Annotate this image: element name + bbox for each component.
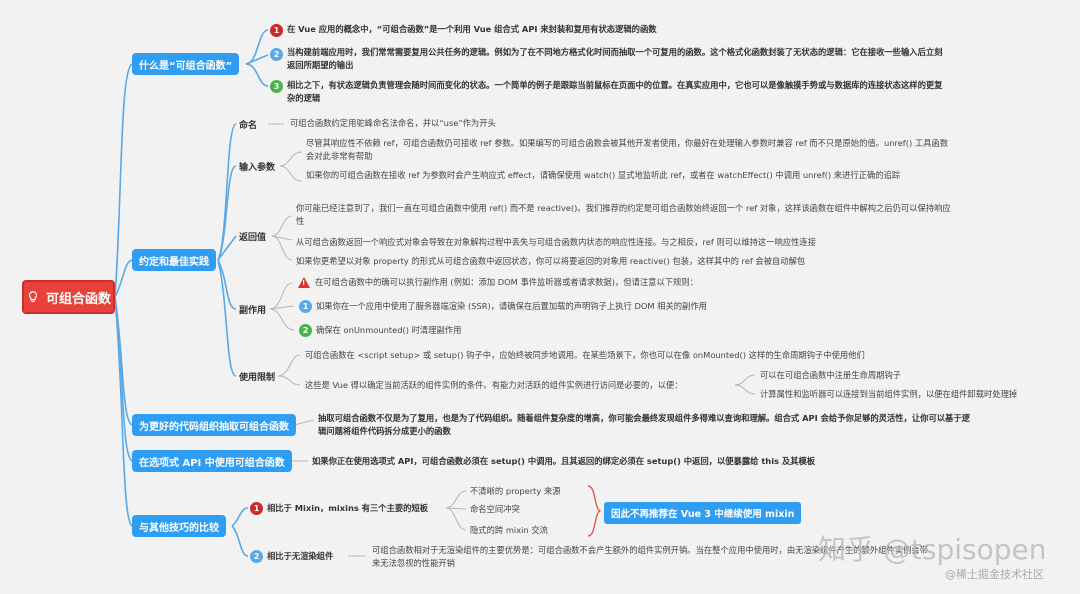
limits-sub-1: 可以在可组合函数中注册生命周期钩子: [760, 370, 902, 380]
what-item-3: 相比之下，有状态逻辑负责管理会随时间而变化的状态。一个简单的例子是跟踪当前鼠标在…: [287, 80, 943, 103]
branch-extract[interactable]: 为更好的代码组织抽取可组合函数: [132, 414, 296, 436]
number-badge-se-2: 2: [299, 324, 312, 337]
usage-limits-label: 使用限制: [239, 373, 276, 383]
extract-text: 抽取可组合函数不仅是为了复用，也是为了代码组织。随着组件复杂度的增高，你可能会最…: [318, 413, 970, 436]
what-item-1: 在 Vue 应用的概念中，“可组合函数”是一个利用 Vue 组合式 API 来封…: [287, 24, 657, 34]
branch-conventions[interactable]: 约定和最佳实践: [132, 249, 216, 271]
mixin-item-2: 命名空间冲突: [470, 504, 520, 514]
branch-what[interactable]: 什么是“可组合函数”: [132, 53, 240, 75]
input-item-2: 如果你的可组合函数在接收 ref 为参数时会产生响应式 effect，请确保使用…: [306, 170, 901, 180]
return-item-3: 如果你更希望以对象 property 的形式从可组合函数中返回状态，你可以将要返…: [296, 256, 806, 266]
side-effect-item-1: 如果你在一个应用中使用了服务器端渲染 (SSR)，请确保在后置加载的声明钩子上执…: [316, 301, 707, 311]
side-effects-label: 副作用: [239, 306, 267, 316]
mixin-item-1: 不清晰的 property 来源: [470, 486, 561, 496]
number-badge-1: 1: [270, 24, 283, 37]
number-badge-3: 3: [270, 80, 283, 93]
number-badge-se-1: 1: [299, 300, 312, 313]
root-node[interactable]: 可组合函数: [22, 280, 115, 314]
root-label: 可组合函数: [45, 291, 111, 307]
return-value-label: 返回值: [239, 233, 267, 243]
number-badge-2: 2: [270, 48, 283, 61]
naming-text: 可组合函数约定用驼峰命名法命名，并以“use”作为开头: [290, 118, 496, 128]
zhihu-watermark: 知乎 @tspisopen: [818, 533, 1047, 566]
branch-options[interactable]: 在选项式 API 中使用可组合函数: [132, 450, 292, 472]
limits-sub-2: 计算属性和监听器可以连接到当前组件实例，以便在组件卸载时处理掉: [760, 389, 1018, 399]
number-badge-compare-1: 1: [250, 502, 263, 515]
number-badge-compare-2: 2: [250, 550, 263, 563]
warning-icon: !: [298, 277, 310, 288]
limits-item-2: 这些是 Vue 得以确定当前活跃的组件实例的条件。有能力对活跃的组件实例进行访问…: [305, 380, 683, 390]
mixin-label: 相比于 Mixin，mixins 有三个主要的短板: [267, 503, 429, 513]
return-item-1: 你可能已经注意到了，我们一直在可组合函数中使用 ref() 而不是 reacti…: [296, 203, 951, 226]
naming-label: 命名: [239, 121, 258, 131]
branch-compare[interactable]: 与其他技巧的比较: [132, 515, 226, 537]
options-text: 如果你正在使用选项式 API，可组合函数必须在 setup() 中调用。且其返回…: [312, 456, 816, 466]
what-item-2: 当构建前端应用时，我们常常需要复用公共任务的逻辑。例如为了在不同地方格式化时间而…: [287, 47, 943, 70]
mixin-item-3: 隐式的跨 mixin 交流: [470, 525, 548, 535]
limits-item-1: 可组合函数在 <script setup> 或 setup() 钩子中，应始终被…: [305, 350, 865, 360]
renderless-label: 相比于无渲染组件: [267, 551, 334, 561]
side-effect-item-2: 确保在 onUnmounted() 时清理副作用: [316, 325, 462, 335]
juejin-watermark: @稀土掘金技术社区: [945, 568, 1044, 581]
return-item-2: 从可组合函数返回一个响应式对象会导致在对象解构过程中丢失与可组合函数内状态的响应…: [296, 237, 817, 247]
input-item-1: 尽管其响应性不依赖 ref，可组合函数仍可接收 ref 参数。如果编写的可组合函…: [306, 138, 949, 161]
side-effects-warning: 在可组合函数中的确可以执行副作用 (例如：添加 DOM 事件监听器或者请求数据)…: [315, 277, 698, 287]
input-params-label: 输入参数: [239, 163, 276, 173]
mixin-conclusion: 因此不再推荐在 Vue 3 中继续使用 mixin: [604, 502, 802, 524]
lightbulb-icon: [28, 291, 38, 302]
